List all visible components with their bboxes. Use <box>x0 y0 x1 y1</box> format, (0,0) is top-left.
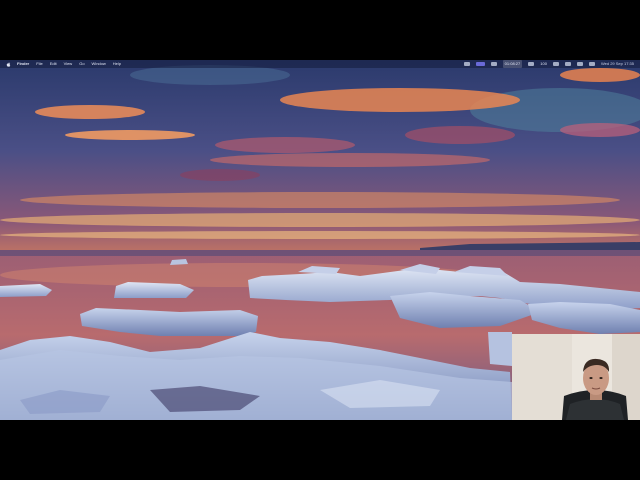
battery-icon[interactable] <box>552 62 559 66</box>
screen-share-icon[interactable] <box>475 62 485 66</box>
menu-view[interactable]: View <box>64 60 73 68</box>
letterbox-bottom <box>0 420 640 480</box>
siri-icon[interactable] <box>588 62 595 66</box>
display-icon[interactable] <box>528 62 535 66</box>
letterbox-top <box>0 0 640 60</box>
menu-file[interactable]: File <box>36 60 42 68</box>
menu-help[interactable]: Help <box>113 60 121 68</box>
desktop-screen: Finder File Edit View Go Window Help 01:… <box>0 60 640 420</box>
status-area: 01:08:27 100 Wed 29 Sep 17:35 <box>463 60 640 68</box>
menu-go[interactable]: Go <box>79 60 84 68</box>
menu-finder[interactable]: Finder <box>17 60 29 68</box>
control-center-icon[interactable] <box>576 62 583 66</box>
menubar-clock[interactable]: Wed 29 Sep 17:35 <box>601 60 634 68</box>
app-menus: Finder File Edit View Go Window Help <box>17 60 121 68</box>
timer-readout[interactable]: 01:08:27 <box>502 60 523 68</box>
wifi-icon[interactable] <box>564 62 571 66</box>
webcam-overlay <box>512 334 640 420</box>
menu-bar: Finder File Edit View Go Window Help 01:… <box>0 60 640 68</box>
timer-icon[interactable] <box>490 62 497 66</box>
menu-window[interactable]: Window <box>92 60 106 68</box>
webcam-person-image <box>512 334 640 420</box>
recording-icon[interactable] <box>463 62 470 66</box>
battery-label: 100 <box>540 61 547 66</box>
apple-logo-icon[interactable] <box>6 61 11 67</box>
menu-edit[interactable]: Edit <box>50 60 57 68</box>
